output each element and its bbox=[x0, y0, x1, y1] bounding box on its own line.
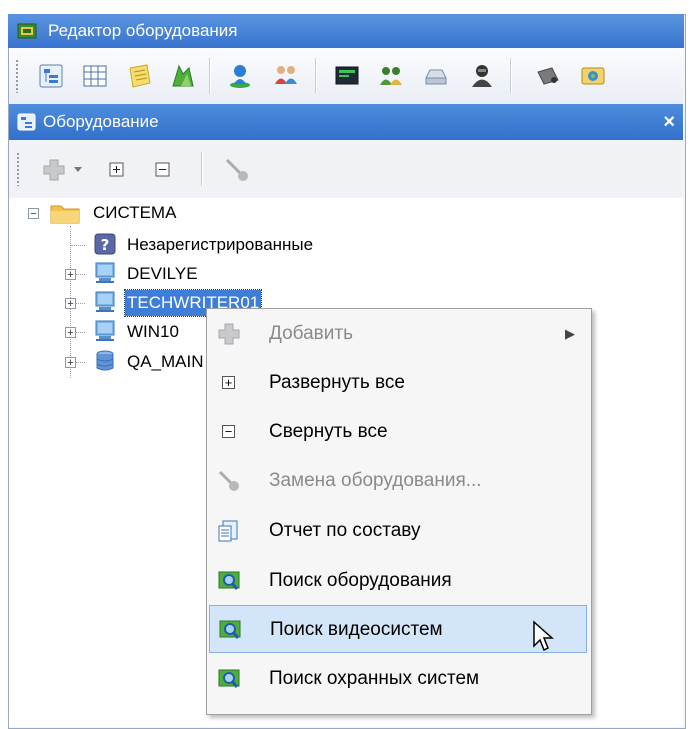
menu-item-replace-equipment[interactable]: Замена оборудования... bbox=[209, 457, 587, 505]
expand-toggle[interactable]: + bbox=[65, 357, 76, 369]
equipment-toolbar bbox=[9, 140, 683, 199]
computer-icon bbox=[95, 291, 115, 312]
report-icon bbox=[218, 520, 238, 542]
add-icon[interactable] bbox=[41, 158, 69, 182]
equipment-tree-icon bbox=[17, 113, 36, 131]
expand-toggle[interactable]: + bbox=[65, 327, 76, 339]
expand-all-icon: + bbox=[217, 371, 241, 395]
users-group-icon[interactable] bbox=[270, 60, 302, 92]
window-title: Редактор оборудования bbox=[48, 21, 238, 40]
app-icon bbox=[17, 23, 37, 39]
collapse-toggle[interactable]: − bbox=[28, 208, 39, 220]
submenu-arrow-icon: ▶ bbox=[565, 326, 575, 341]
notes-icon[interactable] bbox=[123, 60, 155, 92]
card-icon[interactable] bbox=[577, 60, 609, 92]
menu-item-search-security-systems[interactable]: Поиск охранных систем bbox=[209, 655, 587, 703]
toolbar-separator bbox=[201, 152, 203, 186]
panel-title: Оборудование bbox=[43, 112, 159, 131]
toolbar-separator bbox=[510, 58, 512, 94]
mouse-cursor-icon bbox=[533, 620, 554, 652]
svg-text:?: ? bbox=[101, 236, 110, 254]
menu-item-add[interactable]: Добавить ▶ bbox=[209, 310, 587, 358]
camera-icon[interactable] bbox=[532, 60, 564, 92]
operator-icon[interactable] bbox=[466, 60, 498, 92]
chevron-down-icon[interactable] bbox=[73, 166, 83, 174]
user-location-icon[interactable] bbox=[224, 60, 256, 92]
menu-item-composition-report[interactable]: Отчет по составу bbox=[209, 507, 587, 555]
replace-equipment-icon[interactable] bbox=[223, 156, 251, 184]
database-icon bbox=[96, 350, 114, 371]
collapse-all-icon: − bbox=[217, 420, 241, 444]
grid-view-icon[interactable] bbox=[79, 60, 111, 92]
people-icon[interactable] bbox=[375, 60, 407, 92]
menu-item-expand-all[interactable]: + Развернуть все bbox=[209, 359, 587, 407]
drive-icon[interactable] bbox=[420, 60, 452, 92]
toolbar-grip[interactable] bbox=[15, 59, 19, 93]
toolbar-separator bbox=[315, 58, 317, 94]
toolbar-separator bbox=[209, 58, 211, 94]
close-panel-button[interactable]: × bbox=[663, 104, 675, 140]
search-video-icon bbox=[219, 620, 241, 639]
add-icon bbox=[218, 323, 240, 345]
expand-toggle[interactable]: + bbox=[65, 269, 76, 281]
search-security-icon bbox=[218, 669, 240, 688]
equipment-panel-header: Оборудование × bbox=[9, 104, 683, 140]
menu-item-collapse-all[interactable]: − Свернуть все bbox=[209, 408, 587, 456]
search-equipment-icon bbox=[218, 571, 240, 590]
context-menu: Добавить ▶ + Развернуть все − Свернуть в… bbox=[206, 308, 592, 715]
monitor-icon[interactable] bbox=[331, 60, 363, 92]
menu-item-search-video-systems[interactable]: Поиск видеосистем bbox=[209, 605, 587, 653]
collapse-all-icon[interactable] bbox=[155, 162, 170, 177]
unregistered-icon: ? bbox=[94, 233, 116, 255]
folder-icon bbox=[50, 205, 80, 224]
expand-toggle[interactable]: + bbox=[65, 298, 76, 310]
replace-equipment-icon bbox=[218, 470, 239, 491]
tree-view-icon[interactable] bbox=[35, 60, 67, 92]
computer-icon bbox=[95, 262, 115, 283]
computer-icon bbox=[95, 320, 115, 341]
toolbar-grip[interactable] bbox=[16, 152, 20, 186]
tree-connector bbox=[71, 245, 85, 247]
menu-item-search-equipment[interactable]: Поиск оборудования bbox=[209, 557, 587, 605]
route-icon[interactable] bbox=[167, 60, 199, 92]
expand-all-icon[interactable] bbox=[109, 162, 124, 177]
window-titlebar: Редактор оборудования bbox=[8, 14, 684, 48]
main-toolbar bbox=[9, 48, 683, 105]
